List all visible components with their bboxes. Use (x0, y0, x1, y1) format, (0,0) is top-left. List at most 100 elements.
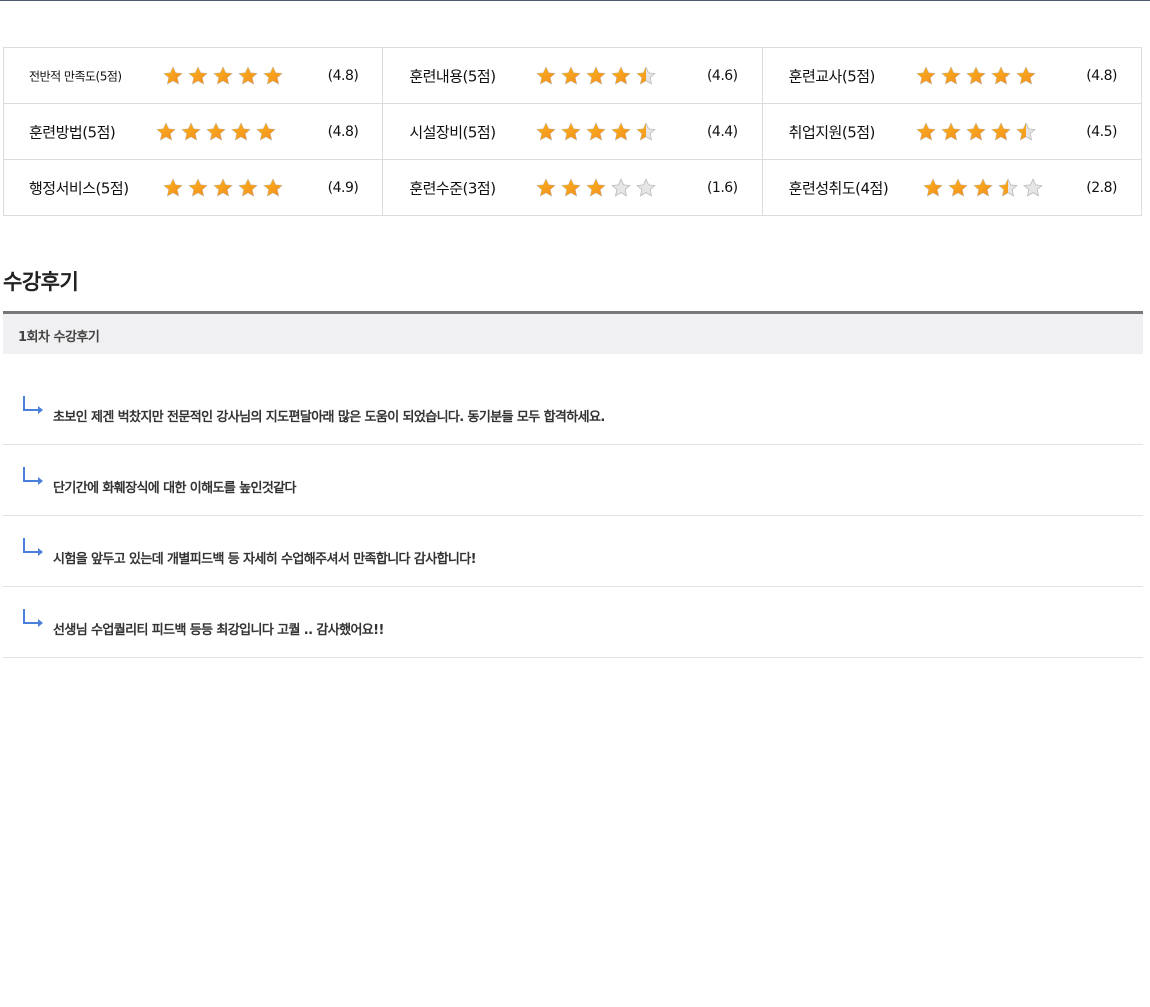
star-icon (263, 65, 283, 85)
star-icon (586, 65, 607, 85)
star-icon (238, 177, 258, 197)
star-rating (922, 177, 1043, 198)
rating-score: (4.5) (1086, 123, 1117, 140)
reply-arrow-icon (23, 609, 43, 627)
review-text: 선생님 수업퀄리티 피드백 등등 최강입니다 고퀄 .. 감사했어요!! (53, 623, 384, 638)
star-rating (536, 121, 657, 142)
rating-score: (4.8) (1086, 67, 1117, 84)
star-icon (940, 65, 961, 85)
rating-cell: 훈련방법(5점) (4.8) (2, 103, 384, 160)
star-rating (163, 177, 283, 198)
rating-score: (4.8) (327, 123, 359, 140)
star-icon (636, 121, 657, 141)
star-icon (181, 121, 201, 141)
star-icon (965, 65, 986, 85)
rating-row: 행정서비스(5점) (4.9) 훈련수준(3점) (1.6) 훈련성취도(4점)… (2, 159, 1143, 216)
star-icon (990, 121, 1011, 141)
star-icon (256, 121, 276, 141)
rating-score: (4.8) (327, 67, 359, 84)
rating-label: 훈련방법(5점) (29, 123, 116, 141)
star-icon (947, 177, 968, 197)
star-rating (536, 177, 657, 198)
rating-cell: 행정서비스(5점) (4.9) (2, 159, 384, 216)
star-icon (1015, 65, 1036, 85)
star-icon (238, 65, 258, 85)
star-icon (163, 177, 183, 197)
rating-score: (1.6) (706, 179, 738, 196)
section-title: 수강후기 (3, 270, 79, 294)
rating-label: 전반적 만족도(5점) (29, 69, 122, 83)
star-icon (990, 65, 1011, 85)
rating-cell: 전반적 만족도(5점) (4.8) (2, 47, 384, 104)
star-rating (156, 121, 276, 142)
rating-label: 취업지원(5점) (788, 123, 876, 141)
star-icon (263, 177, 283, 197)
review-item: 초보인 제겐 벅찼지만 전문적인 강사님의 지도편달아래 많은 도움이 되었습니… (3, 374, 1143, 445)
star-icon (965, 121, 986, 141)
star-icon (536, 177, 557, 197)
star-icon (997, 177, 1018, 197)
star-icon (915, 65, 936, 85)
review-list: 초보인 제겐 벅찼지만 전문적인 강사님의 지도편달아래 많은 도움이 되었습니… (3, 374, 1143, 658)
star-icon (1015, 121, 1036, 141)
rating-label: 훈련성취도(4점) (788, 179, 889, 197)
star-rating (536, 65, 657, 86)
review-round-header: 1회차 수강후기 (3, 311, 1143, 354)
rating-cell: 시설장비(5점) (4.4) (382, 103, 763, 160)
rating-table: 전반적 만족도(5점) (4.8) 훈련내용(5점) (4.6) 훈련교사(5점… (2, 47, 1143, 216)
review-item: 시험을 앞두고 있는데 개별피드백 등 자세히 수업해주셔서 만족합니다 감사합… (3, 516, 1143, 587)
rating-row: 훈련방법(5점) (4.8) 시설장비(5점) (4.4) 취업지원(5점) (… (2, 103, 1143, 160)
star-icon (611, 177, 632, 197)
star-icon (1022, 177, 1043, 197)
review-round-label: 1회차 수강후기 (18, 330, 100, 345)
rating-label: 훈련수준(3점) (409, 179, 496, 197)
rating-row: 전반적 만족도(5점) (4.8) 훈련내용(5점) (4.6) 훈련교사(5점… (2, 47, 1143, 104)
star-icon (561, 177, 582, 197)
star-icon (213, 65, 233, 85)
rating-cell: 훈련교사(5점) (4.8) (761, 47, 1143, 104)
star-icon (188, 177, 208, 197)
rating-score: (4.4) (706, 123, 738, 140)
rating-cell: 훈련수준(3점) (1.6) (382, 159, 763, 216)
star-icon (206, 121, 226, 141)
star-icon (915, 121, 936, 141)
rating-score: (4.6) (706, 67, 738, 84)
rating-cell: 취업지원(5점) (4.5) (761, 103, 1143, 160)
rating-cell: 훈련내용(5점) (4.6) (382, 47, 763, 104)
review-item: 선생님 수업퀄리티 피드백 등등 최강입니다 고퀄 .. 감사했어요!! (3, 587, 1143, 658)
review-text: 초보인 제겐 벅찼지만 전문적인 강사님의 지도편달아래 많은 도움이 되었습니… (53, 410, 605, 425)
rating-label: 훈련교사(5점) (788, 67, 876, 85)
review-text: 단기간에 화훼장식에 대한 이해도를 높인것같다 (53, 481, 297, 496)
review-text: 시험을 앞두고 있는데 개별피드백 등 자세히 수업해주셔서 만족합니다 감사합… (53, 552, 477, 567)
reply-arrow-icon (23, 538, 43, 556)
star-icon (586, 177, 607, 197)
rating-label: 행정서비스(5점) (29, 179, 129, 197)
star-icon (922, 177, 943, 197)
star-icon (163, 65, 183, 85)
review-item: 단기간에 화훼장식에 대한 이해도를 높인것같다 (3, 445, 1143, 516)
star-icon (611, 121, 632, 141)
rating-label: 시설장비(5점) (409, 123, 496, 141)
star-icon (972, 177, 993, 197)
star-icon (636, 177, 657, 197)
star-icon (188, 65, 208, 85)
rating-score: (4.9) (327, 179, 359, 196)
star-icon (561, 121, 582, 141)
star-icon (231, 121, 251, 141)
star-icon (213, 177, 233, 197)
star-icon (536, 121, 557, 141)
star-rating (163, 65, 283, 86)
star-icon (586, 121, 607, 141)
star-icon (611, 65, 632, 85)
star-icon (536, 65, 557, 85)
rating-score: (2.8) (1086, 179, 1117, 196)
star-rating (915, 65, 1036, 86)
star-icon (156, 121, 176, 141)
reply-arrow-icon (23, 467, 43, 485)
star-icon (636, 65, 657, 85)
star-rating (915, 121, 1036, 142)
top-divider (0, 0, 1150, 1)
reply-arrow-icon (23, 396, 43, 414)
rating-label: 훈련내용(5점) (409, 67, 496, 85)
star-icon (940, 121, 961, 141)
